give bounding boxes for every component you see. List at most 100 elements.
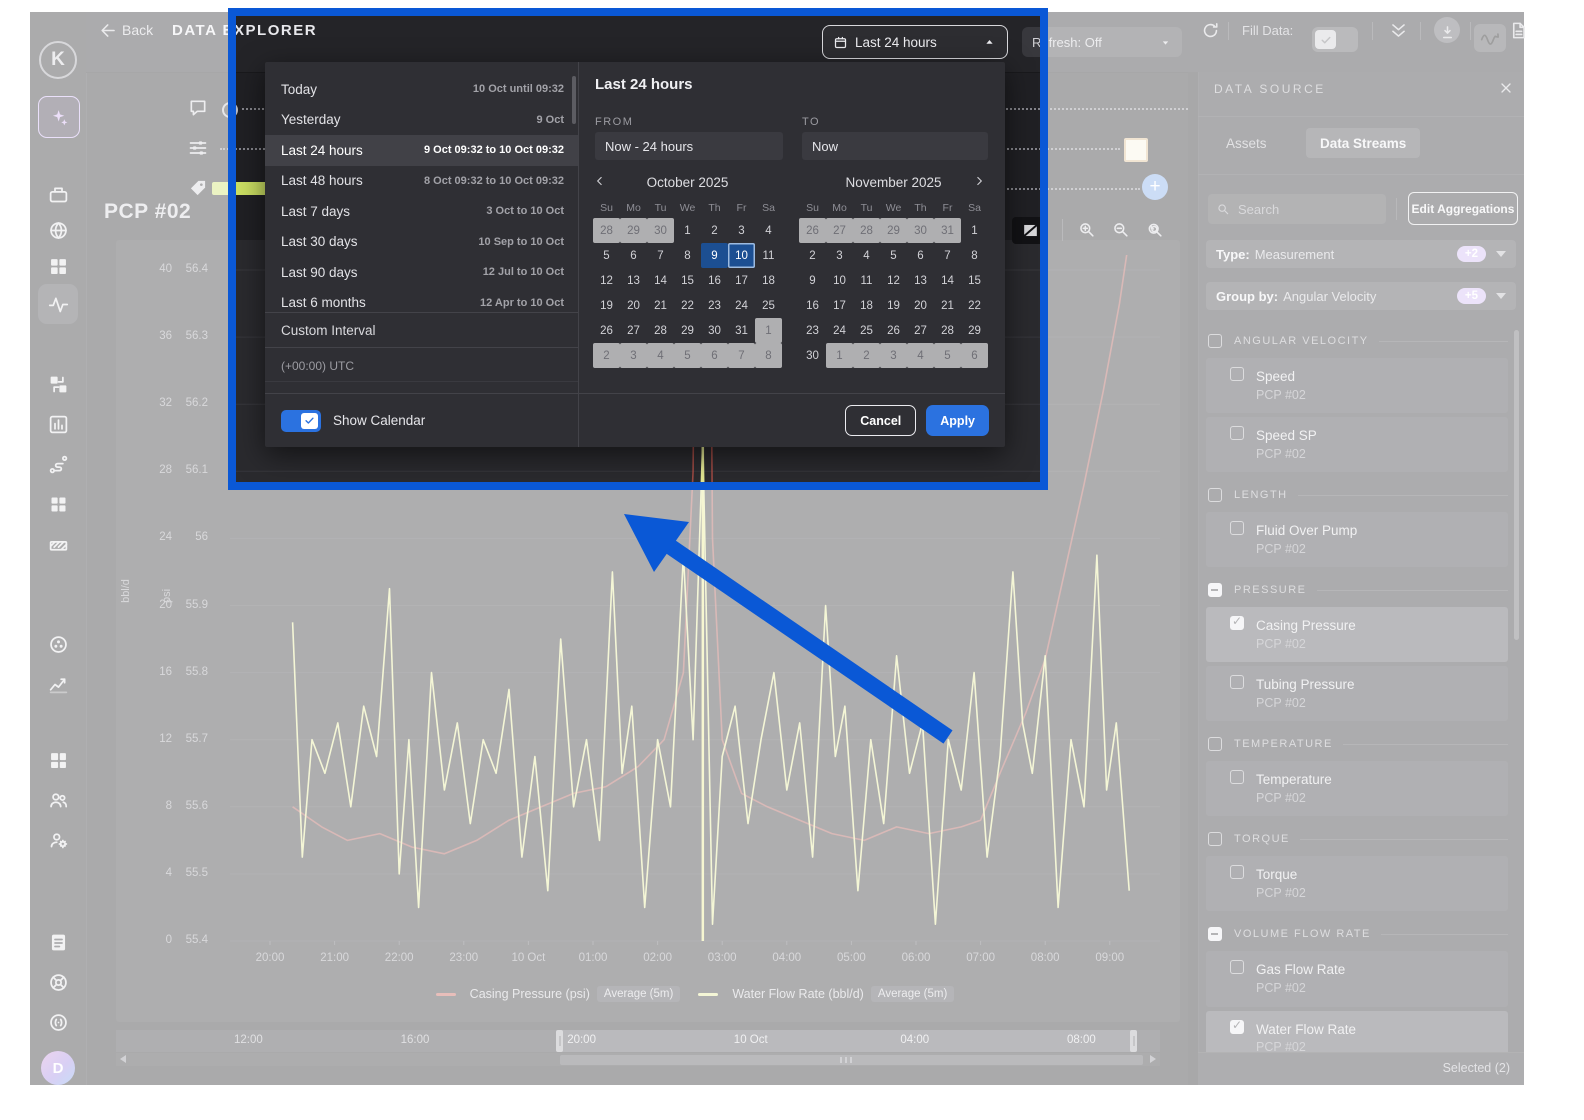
calendar-day[interactable]: 24 — [826, 318, 853, 343]
item-checkbox[interactable] — [1230, 614, 1244, 631]
calendar-day[interactable]: 22 — [961, 293, 988, 318]
item-checkbox[interactable] — [1230, 1018, 1244, 1034]
data-stream-item[interactable]: Temperature PCP #02 — [1206, 761, 1508, 817]
sidebar-item-docs[interactable] — [38, 922, 78, 962]
double-chevron-down-icon[interactable] — [1386, 18, 1410, 42]
marker-ring-icon[interactable] — [222, 102, 238, 118]
calendar-day[interactable]: 18 — [853, 293, 880, 318]
event-marker-square[interactable] — [1124, 138, 1148, 162]
filter-dropdown-group-by[interactable]: Group by: Angular Velocity +5 — [1206, 282, 1516, 310]
preset-option[interactable]: Last 6 months 12 Apr to 10 Oct — [265, 288, 578, 313]
sidebar-item-connections[interactable] — [38, 444, 78, 484]
calendar-day[interactable]: 2 — [853, 343, 880, 368]
calendar-day[interactable]: 20 — [620, 293, 647, 318]
calendar-day[interactable]: 26 — [880, 318, 907, 343]
calendar-day[interactable]: 15 — [961, 268, 988, 293]
calendar-day[interactable]: 2 — [701, 218, 728, 243]
calendar-day[interactable]: 22 — [674, 293, 701, 318]
search-input[interactable] — [1236, 200, 1360, 218]
pan-select-icon[interactable] — [1012, 216, 1048, 244]
calendar-day[interactable]: 8 — [961, 243, 988, 268]
data-stream-item[interactable]: Speed PCP #02 — [1206, 358, 1508, 414]
item-checkbox[interactable] — [1230, 770, 1244, 785]
calendar-day[interactable]: 2 — [799, 243, 826, 268]
calendar-day[interactable]: 4 — [907, 343, 934, 368]
preset-option[interactable]: Last 48 hours 8 Oct 09:32 to 10 Oct 09:32 — [265, 166, 578, 197]
calendar-day[interactable]: 29 — [620, 218, 647, 243]
preset-option[interactable]: Yesterday 9 Oct — [265, 105, 578, 136]
sidebar-item-analytics[interactable] — [38, 664, 78, 704]
scroll-left-arrow[interactable] — [120, 1055, 126, 1063]
calendar-day[interactable]: 19 — [880, 293, 907, 318]
calendar-day[interactable]: 23 — [799, 318, 826, 343]
edit-aggregations-button[interactable]: Edit Aggregations — [1408, 192, 1518, 225]
calendar-day[interactable]: 12 — [593, 268, 620, 293]
sidebar-item-ai-assistant[interactable] — [38, 96, 80, 138]
chevron-right-icon[interactable] — [766, 174, 782, 190]
timeline-selected-window[interactable] — [560, 1030, 1135, 1052]
sidebar-item-settings[interactable] — [38, 962, 78, 1002]
scroll-right-arrow[interactable] — [1150, 1055, 1156, 1063]
preset-option[interactable]: Today 10 Oct until 09:32 — [265, 74, 578, 105]
close-icon[interactable] — [1498, 80, 1516, 98]
calendar-day[interactable]: 3 — [620, 343, 647, 368]
sidebar-item-control-change[interactable] — [38, 364, 78, 404]
apply-button[interactable]: Apply — [926, 405, 989, 436]
calendar-day[interactable]: 31 — [728, 318, 755, 343]
filter-dropdown-type[interactable]: Type: Measurement +2 — [1206, 240, 1516, 268]
user-avatar[interactable]: D — [38, 1048, 78, 1088]
calendar-day[interactable]: 30 — [907, 218, 934, 243]
group-checkbox[interactable] — [1208, 737, 1222, 752]
calendar-day[interactable]: 6 — [701, 343, 728, 368]
calendar-day[interactable]: 11 — [755, 243, 782, 268]
timeline-handle-left[interactable] — [556, 1030, 563, 1052]
calendar-day[interactable]: 30 — [647, 218, 674, 243]
sidebar-item-explore[interactable] — [38, 210, 78, 250]
sidebar-item-maintenance[interactable] — [38, 524, 78, 564]
calendar-day[interactable]: 9 — [799, 268, 826, 293]
item-checkbox[interactable] — [1230, 675, 1244, 690]
calendar-day[interactable]: 1 — [674, 218, 701, 243]
fill-data-toggle[interactable] — [1312, 27, 1358, 52]
calendar-day[interactable]: 3 — [728, 218, 755, 243]
calendar-day[interactable]: 28 — [934, 318, 961, 343]
calendar-day[interactable]: 29 — [880, 218, 907, 243]
preset-option[interactable]: Last 24 hours 9 Oct 09:32 to 10 Oct 09:32 — [265, 135, 578, 166]
sidebar-item-assets[interactable] — [38, 484, 78, 524]
item-checkbox[interactable] — [1230, 367, 1244, 381]
data-stream-item[interactable]: Speed SP PCP #02 — [1206, 417, 1508, 473]
time-range-button[interactable]: Last 24 hours — [822, 25, 1008, 59]
report-icon[interactable] — [1506, 18, 1530, 42]
chevron-left-icon[interactable] — [593, 174, 609, 190]
calendar-day[interactable]: 20 — [907, 293, 934, 318]
calendar-day[interactable]: 13 — [620, 268, 647, 293]
legend-item[interactable]: Casing Pressure (psi) Average (5m) — [435, 986, 681, 1002]
legend-item[interactable]: Water Flow Rate (bbl/d) Average (5m) — [698, 986, 955, 1002]
calendar-day[interactable]: 9 — [701, 243, 728, 268]
comment-icon[interactable] — [188, 98, 210, 120]
calendar-day[interactable]: 13 — [907, 268, 934, 293]
calendar-day[interactable]: 15 — [674, 268, 701, 293]
custom-interval-option[interactable]: Custom Interval — [265, 312, 578, 348]
timezone-label[interactable]: (+00:00) UTC — [265, 350, 578, 382]
calendar-day[interactable]: 7 — [728, 343, 755, 368]
group-checkbox[interactable] — [1208, 927, 1222, 942]
to-input[interactable]: Now — [802, 132, 988, 160]
tag-icon[interactable] — [188, 178, 210, 200]
item-checkbox[interactable] — [1230, 865, 1244, 880]
data-stream-item[interactable]: Torque PCP #02 — [1206, 856, 1508, 912]
scrollbar-thumb[interactable] — [560, 1054, 1143, 1065]
calendar-day[interactable]: 4 — [853, 243, 880, 268]
tab-data-streams[interactable]: Data Streams — [1306, 128, 1421, 158]
preset-option[interactable]: Last 90 days 12 Jul to 10 Oct — [265, 257, 578, 288]
data-stream-item[interactable]: Fluid Over Pump PCP #02 — [1206, 512, 1508, 568]
item-checkbox[interactable] — [1230, 426, 1244, 441]
cancel-button[interactable]: Cancel — [845, 405, 917, 436]
calendar-day[interactable]: 29 — [961, 318, 988, 343]
group-checkbox[interactable] — [1208, 334, 1222, 348]
calendar-day[interactable]: 28 — [647, 318, 674, 343]
item-checkbox[interactable] — [1230, 960, 1244, 975]
horizontal-scrollbar[interactable] — [116, 1053, 1160, 1066]
preset-option[interactable]: Last 7 days 3 Oct to 10 Oct — [265, 196, 578, 227]
calendar-day[interactable]: 5 — [674, 343, 701, 368]
